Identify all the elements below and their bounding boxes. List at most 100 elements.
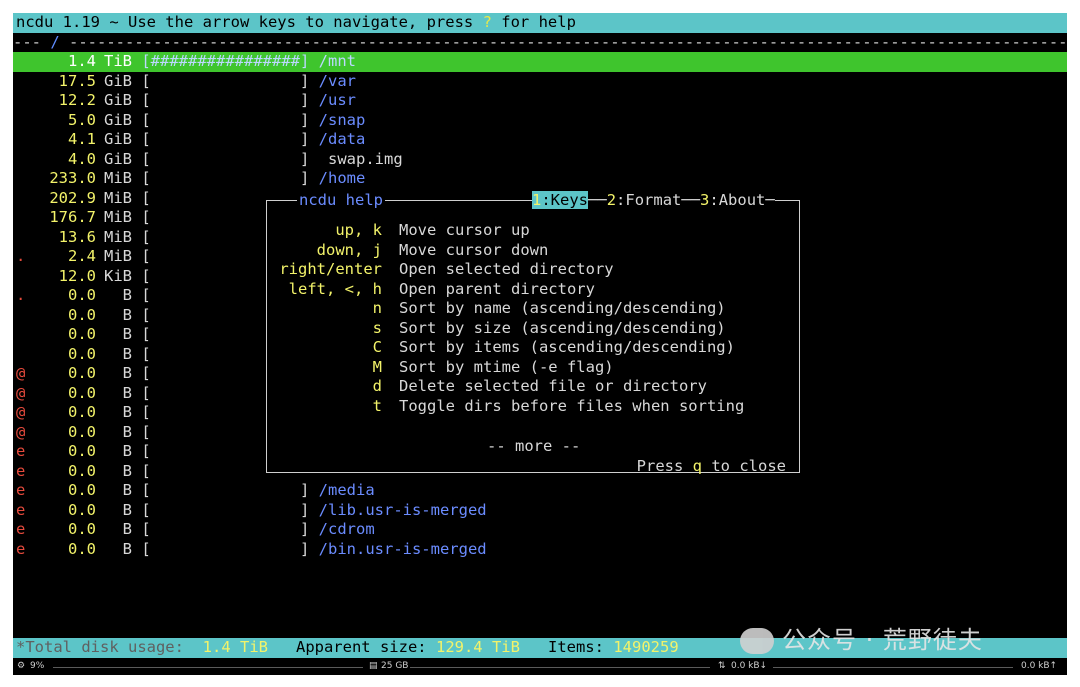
key-binding: s xyxy=(372,318,382,337)
current-path: / xyxy=(50,33,60,51)
tab-label: :Keys xyxy=(541,191,589,209)
header-bar: ncdu 1.19 ~ Use the arrow keys to naviga… xyxy=(13,13,1067,33)
help-key-row: s Sort by size (ascending/descending) xyxy=(267,319,726,339)
row-unit: GiB xyxy=(104,110,132,129)
row-unit: B xyxy=(122,539,132,558)
row-flag: . xyxy=(16,286,26,304)
key-binding: left, <, h xyxy=(288,279,382,298)
header-suffix: for help xyxy=(491,13,576,31)
row-unit: MiB xyxy=(104,247,132,265)
key-description: Move cursor up xyxy=(399,221,530,239)
row-usage-graph: [ xyxy=(141,383,151,402)
close-hint-prefix: Press xyxy=(636,457,693,475)
key-binding: right/enter xyxy=(279,260,382,278)
row-size: 0.0 xyxy=(68,539,96,558)
row-size: 0.0 xyxy=(68,364,96,382)
help-key: ? xyxy=(482,13,492,31)
wechat-icon xyxy=(740,628,774,654)
row-unit: B xyxy=(122,403,132,421)
row-size: 12.0 xyxy=(58,266,96,285)
row-size: 0.0 xyxy=(68,325,96,343)
row-size: 0.0 xyxy=(68,481,96,499)
apparent-size-label: Apparent size: xyxy=(295,638,427,656)
row-usage-graph: [ ] xyxy=(141,169,310,187)
row-usage-graph: [################] xyxy=(141,52,310,70)
network-icon: ⇅ xyxy=(718,661,726,671)
row-size: 4.0 xyxy=(68,149,96,168)
row-unit: MiB xyxy=(104,169,132,187)
row-size: 0.0 xyxy=(68,383,96,402)
row-size: 4.1 xyxy=(68,130,96,148)
row-unit: B xyxy=(122,461,132,480)
row-unit: GiB xyxy=(104,130,132,148)
file-row[interactable]: 1.4 TiB [################] /mnt xyxy=(13,52,1067,72)
row-size: 0.0 xyxy=(68,500,96,519)
row-flag: . xyxy=(16,247,26,265)
row-flag: e xyxy=(16,500,26,519)
apparent-size-value: 129.4 TiB xyxy=(435,638,520,656)
row-usage-graph: [ xyxy=(141,325,151,343)
row-unit: MiB xyxy=(104,188,132,207)
row-size: 0.0 xyxy=(68,461,96,480)
row-unit: GiB xyxy=(104,149,132,168)
row-usage-graph: [ xyxy=(141,461,151,480)
key-binding: C xyxy=(372,338,382,356)
key-binding: M xyxy=(372,357,382,376)
tab-label: :Format xyxy=(616,191,682,209)
file-row[interactable]: 4.1 GiB [ ] /data xyxy=(13,130,1067,150)
network-down: 0.0 kB↓ xyxy=(731,661,768,671)
help-tab[interactable]: 3:About xyxy=(700,191,765,209)
help-tab[interactable]: 1:Keys xyxy=(532,191,589,209)
file-row[interactable]: e 0.0 B [ ] /bin.usr-is-merged xyxy=(13,540,1067,560)
path-trail: ----------------------------------------… xyxy=(59,33,1067,51)
row-size: 202.9 xyxy=(49,188,96,207)
row-size: 176.7 xyxy=(49,208,96,226)
file-row[interactable]: 4.0 GiB [ ] swap.img xyxy=(13,150,1067,170)
row-unit: MiB xyxy=(104,208,132,226)
total-disk-value: 1.4 TiB xyxy=(202,638,268,656)
row-name: swap.img xyxy=(309,149,403,168)
help-tab[interactable]: 2:Format xyxy=(607,191,682,209)
row-size: 0.0 xyxy=(68,520,96,538)
row-unit: B xyxy=(122,286,132,304)
terminal-window: ncdu 1.19 ~ Use the arrow keys to naviga… xyxy=(13,13,1067,675)
close-key: q xyxy=(692,457,702,475)
file-row[interactable]: 5.0 GiB [ ] /snap xyxy=(13,111,1067,131)
row-unit: B xyxy=(122,481,132,499)
row-usage-graph: [ xyxy=(141,208,151,226)
row-unit: B xyxy=(122,305,132,324)
help-key-row: d Delete selected file or directory xyxy=(267,377,707,397)
file-row[interactable]: 233.0 MiB [ ] /home xyxy=(13,169,1067,189)
key-description: Sort by mtime (-e flag) xyxy=(399,357,614,376)
row-size: 0.0 xyxy=(68,286,96,304)
file-row[interactable]: e 0.0 B [ ] /lib.usr-is-merged xyxy=(13,501,1067,521)
memory-icon: ▤ xyxy=(369,661,378,671)
cpu-graph xyxy=(53,667,363,668)
row-unit: B xyxy=(122,325,132,343)
row-unit: GiB xyxy=(104,91,132,109)
cpu-usage: 9% xyxy=(30,661,45,671)
row-unit: B xyxy=(122,520,132,538)
row-usage-graph: [ ] xyxy=(141,91,310,109)
watermark-text: 公众号 · 荒野徒夫 xyxy=(782,626,983,654)
network-up: 0.0 kB↑ xyxy=(1021,661,1058,671)
path-line: --- / ----------------------------------… xyxy=(13,33,1067,53)
row-usage-graph: [ xyxy=(141,227,151,246)
file-row[interactable]: e 0.0 B [ ] /media xyxy=(13,481,1067,501)
help-key-row: up, k Move cursor up xyxy=(267,221,530,241)
row-unit: B xyxy=(122,500,132,519)
row-usage-graph: [ ] xyxy=(141,500,310,519)
file-row[interactable]: 12.2 GiB [ ] /usr xyxy=(13,91,1067,111)
items-value: 1490259 xyxy=(613,638,679,656)
tab-label: :About xyxy=(709,191,766,209)
key-description: Delete selected file or directory xyxy=(399,377,707,395)
file-row[interactable]: 17.5 GiB [ ] /var xyxy=(13,72,1067,92)
key-binding: up, k xyxy=(335,221,382,239)
key-binding: down, j xyxy=(316,240,382,259)
help-tabs[interactable]: 1:Keys──2:Format──3:About─ xyxy=(532,190,775,210)
header-text: ncdu 1.19 ~ Use the arrow keys to naviga… xyxy=(16,13,483,31)
file-row[interactable]: e 0.0 B [ ] /cdrom xyxy=(13,520,1067,540)
row-size: 0.0 xyxy=(68,403,96,421)
row-size: 0.0 xyxy=(68,305,96,324)
row-usage-graph: [ xyxy=(141,364,151,382)
